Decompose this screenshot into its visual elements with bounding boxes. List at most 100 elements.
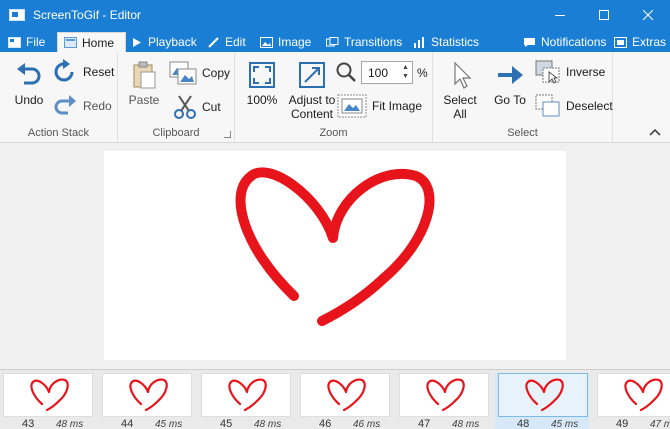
fit-image-button[interactable]: Fit Image: [337, 94, 422, 118]
copy-icon: [169, 61, 197, 85]
select-label: Select: [507, 127, 538, 139]
editor-workspace[interactable]: [0, 143, 670, 369]
play-icon: [133, 37, 141, 47]
frame-duration: 45 ms: [551, 419, 579, 429]
image-icon: [260, 36, 273, 48]
select-group: Select All Go To Inverse Deselect Select: [433, 52, 613, 143]
heart-thumbnail-icon: [129, 378, 168, 412]
frame-strip[interactable]: 43 48 ms 44 45 ms 45 48 ms 46 46 ms 47 48 ms 48 45 …: [0, 369, 670, 429]
frame-duration: 47 ms: [650, 419, 670, 429]
magnifier-icon: [336, 62, 356, 82]
frame-number: 49: [616, 418, 629, 429]
maximize-button[interactable]: [582, 0, 626, 30]
select-all-button[interactable]: Select All: [439, 60, 481, 121]
cut-button[interactable]: Cut: [173, 94, 221, 120]
file-icon: [8, 36, 21, 48]
frame-item[interactable]: 44 45 ms: [99, 373, 193, 429]
minimize-button[interactable]: [538, 0, 582, 30]
tab-extras[interactable]: Extras: [614, 32, 666, 52]
reset-icon: [54, 59, 74, 82]
tab-statistics[interactable]: Statistics: [413, 32, 479, 52]
redo-button[interactable]: Redo: [52, 93, 112, 119]
frame-thumbnail: [399, 373, 489, 417]
adjust-to-content-line1: Adjust to: [288, 93, 336, 107]
heart-thumbnail-icon: [426, 378, 465, 412]
frame-number: 47: [418, 418, 431, 429]
frame-duration: 45 ms: [155, 419, 183, 429]
tab-home[interactable]: Home: [57, 32, 126, 52]
minimize-icon: [555, 15, 565, 16]
tab-file[interactable]: File: [8, 32, 45, 52]
frame-item[interactable]: 48 45 ms: [495, 373, 589, 429]
tab-edit-label: Edit: [225, 35, 246, 49]
tab-playback[interactable]: Playback: [130, 32, 197, 52]
clipboard-dialog-launcher[interactable]: [224, 131, 231, 138]
collapse-ribbon-icon[interactable]: [648, 127, 662, 137]
window-controls: [538, 0, 670, 30]
paste-label: Paste: [128, 93, 160, 107]
frame-thumbnail: [597, 373, 670, 417]
reset-button[interactable]: Reset: [52, 59, 114, 85]
heart-thumbnail-icon: [525, 378, 564, 412]
undo-icon: [17, 63, 41, 85]
spin-down-icon[interactable]: ▼: [402, 73, 409, 81]
fit-image-label: Fit Image: [372, 99, 423, 113]
frame-item[interactable]: 45 48 ms: [198, 373, 292, 429]
frame-canvas[interactable]: [104, 151, 566, 360]
deselect-button[interactable]: Deselect: [535, 94, 613, 118]
extras-icon: [614, 36, 627, 48]
frame-item[interactable]: 47 48 ms: [396, 373, 490, 429]
copy-button[interactable]: Copy: [169, 61, 230, 85]
undo-label: Undo: [14, 93, 44, 107]
frame-thumbnail: [201, 373, 291, 417]
close-button[interactable]: [626, 0, 670, 30]
frame-duration: 48 ms: [254, 419, 282, 429]
close-icon: [643, 10, 653, 20]
zoom-spinner[interactable]: ▲ ▼: [401, 64, 410, 81]
reset-label: Reset: [83, 65, 115, 79]
heart-thumbnail-icon: [624, 378, 663, 412]
frame-item[interactable]: 46 46 ms: [297, 373, 391, 429]
tab-home-label: Home: [82, 35, 115, 50]
zoom-value: 100: [368, 65, 389, 80]
frame-item[interactable]: 49 47 ms: [594, 373, 670, 429]
cursor-icon: [454, 61, 472, 89]
zoom-value-input[interactable]: 100 ▲ ▼: [361, 61, 413, 84]
frame-duration: 48 ms: [56, 419, 84, 429]
zoom-group: 100% Adjust to Content 100 ▲ ▼ % Fit Ima…: [235, 52, 433, 143]
zoom-100-label: 100%: [246, 93, 278, 107]
go-to-label: Go To: [494, 93, 526, 107]
inverse-selection-icon: [535, 60, 560, 84]
pencil-icon: [208, 36, 219, 48]
tab-transitions[interactable]: Transitions: [326, 32, 402, 52]
tab-statistics-label: Statistics: [431, 35, 480, 49]
frame-thumbnail: [498, 373, 588, 417]
spin-up-icon[interactable]: ▲: [402, 64, 409, 72]
frame-number: 45: [220, 418, 233, 429]
zoom-100-button[interactable]: 100%: [243, 60, 281, 107]
frame-number: 48: [517, 418, 530, 429]
notifications-icon: [524, 37, 535, 47]
tab-image[interactable]: Image: [260, 32, 311, 52]
clipboard-label: Clipboard: [152, 127, 200, 139]
arrow-right-icon: [498, 66, 523, 84]
go-to-button[interactable]: Go To: [491, 60, 529, 107]
inverse-button[interactable]: Inverse: [535, 60, 605, 84]
frame-thumbnail: [3, 373, 93, 417]
paste-icon: [133, 61, 156, 89]
frame-item[interactable]: 43 48 ms: [0, 373, 94, 429]
heart-thumbnail-icon: [228, 378, 267, 412]
redo-icon: [54, 95, 76, 115]
tab-notifications[interactable]: Notifications: [523, 32, 606, 52]
frame-thumbnail: [102, 373, 192, 417]
adjust-to-content-button[interactable]: Adjust to Content: [285, 60, 339, 121]
home-icon: [64, 37, 77, 48]
select-all-line1: Select: [443, 93, 477, 107]
zoom-label: Zoom: [319, 127, 348, 139]
tab-edit[interactable]: Edit: [207, 32, 246, 52]
statistics-icon: [414, 36, 424, 48]
undo-button[interactable]: Undo: [10, 60, 48, 107]
frame-number: 43: [22, 418, 35, 429]
adjust-to-content-line2: Content: [290, 107, 334, 121]
paste-button[interactable]: Paste: [126, 60, 162, 107]
